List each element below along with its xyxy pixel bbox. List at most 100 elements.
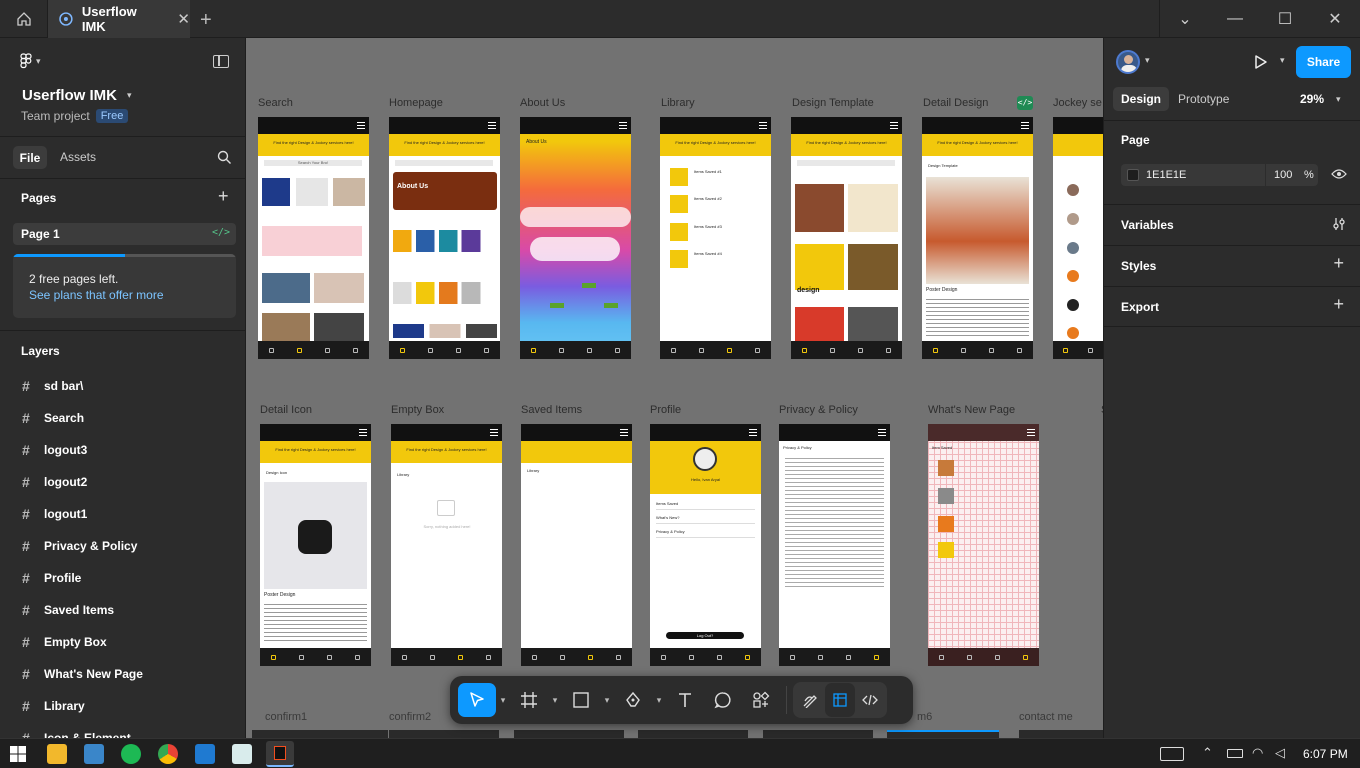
- frame-about-us[interactable]: About Us: [520, 117, 631, 359]
- keyboard-icon[interactable]: [1160, 747, 1184, 761]
- chevron-down-icon[interactable]: ▾: [1280, 55, 1285, 66]
- frame-profile[interactable]: Hello, Ivan Aryal Items Saved What's New…: [650, 424, 761, 666]
- chevron-down-icon[interactable]: ▾: [548, 695, 562, 706]
- frame-label[interactable]: Homepage: [389, 97, 443, 109]
- pen-tool[interactable]: [614, 683, 652, 717]
- file-tab[interactable]: Userflow IMK ✕: [48, 0, 190, 38]
- spotify-icon[interactable]: [121, 744, 141, 764]
- frame-selected[interactable]: [887, 730, 999, 738]
- clock[interactable]: 6:07 PM: [1303, 747, 1348, 761]
- add-page-icon[interactable]: +: [218, 186, 229, 207]
- comment-tool[interactable]: [704, 683, 742, 717]
- minimize-icon[interactable]: —: [1210, 0, 1260, 38]
- page-item-page-1[interactable]: Page 1 </>: [13, 223, 236, 245]
- frame-label[interactable]: Privacy & Policy: [779, 404, 858, 416]
- file-explorer-icon[interactable]: [47, 744, 67, 764]
- frame-library[interactable]: Find the right Design & Jockey services …: [660, 117, 771, 359]
- frame-label[interactable]: Search: [258, 97, 293, 109]
- frame-label[interactable]: Jockey se: [1053, 97, 1102, 109]
- layer-item[interactable]: # logout2: [22, 474, 87, 490]
- volume-icon[interactable]: ◁: [1275, 745, 1285, 761]
- frame-label[interactable]: About Us: [520, 97, 565, 109]
- frame-label[interactable]: Design Template: [792, 97, 874, 109]
- variables-icon[interactable]: [1332, 217, 1346, 231]
- layer-item[interactable]: # Saved Items: [22, 602, 114, 618]
- chevron-down-icon[interactable]: ⌄: [1160, 0, 1210, 38]
- see-plans-link[interactable]: See plans that offer more: [29, 288, 164, 302]
- dev-mode-badge[interactable]: </>: [1017, 96, 1033, 110]
- background-color-field[interactable]: 1E1E1E: [1121, 164, 1265, 186]
- frame-label[interactable]: Detail Icon: [260, 404, 312, 416]
- figma-taskbar-button[interactable]: [266, 741, 294, 767]
- frame-empty-box[interactable]: Find the right Design & Jockey services …: [391, 424, 502, 666]
- frame-partial[interactable]: [514, 730, 624, 738]
- chevron-down-icon[interactable]: ▾: [1145, 55, 1150, 66]
- actions-tool[interactable]: [742, 683, 780, 717]
- toggle-sidebar-icon[interactable]: [213, 55, 229, 68]
- frame-partial[interactable]: [638, 730, 748, 738]
- frame-homepage[interactable]: Find the right Design & Jockey services …: [389, 117, 500, 359]
- close-tab-icon[interactable]: ✕: [177, 10, 190, 28]
- search-icon[interactable]: [217, 150, 232, 165]
- frame-contact-me[interactable]: [1019, 730, 1103, 738]
- add-export-icon[interactable]: +: [1333, 294, 1344, 315]
- plan-badge[interactable]: Free: [95, 109, 129, 123]
- frame-design-template[interactable]: Find the right Design & Jockey services …: [791, 117, 902, 359]
- tab-assets[interactable]: Assets: [60, 150, 96, 164]
- file-name[interactable]: Userflow IMK ▾: [22, 87, 132, 104]
- layer-item[interactable]: # Privacy & Policy: [22, 538, 137, 554]
- frame-partial[interactable]: [763, 730, 873, 738]
- frame-confirm1[interactable]: [252, 730, 388, 738]
- frame-tool[interactable]: [510, 683, 548, 717]
- design-mode-button[interactable]: [825, 683, 855, 717]
- layer-item[interactable]: # Icon & Element: [22, 730, 131, 738]
- close-window-icon[interactable]: ✕: [1310, 0, 1360, 38]
- frame-detail-design[interactable]: Find the right Design & Jockey services …: [922, 117, 1033, 359]
- add-style-icon[interactable]: +: [1333, 253, 1344, 274]
- frame-detail-icon[interactable]: Find the right Design & Jockey services …: [260, 424, 371, 666]
- frame-label[interactable]: Saved Items: [521, 404, 582, 416]
- battery-icon[interactable]: [1227, 749, 1243, 758]
- frame-label[interactable]: confirm2: [389, 711, 431, 723]
- avatar[interactable]: [1116, 50, 1140, 74]
- canvas[interactable]: Search Homepage About Us Library Design …: [246, 38, 1103, 738]
- frame-whats-new[interactable]: Item Saved: [928, 424, 1039, 666]
- text-tool[interactable]: [666, 683, 704, 717]
- layer-item[interactable]: # sd bar\: [22, 378, 83, 394]
- chevron-down-icon[interactable]: ▾: [652, 695, 666, 706]
- frame-label[interactable]: m6: [917, 711, 932, 723]
- frame-label[interactable]: Profile: [650, 404, 681, 416]
- layer-item[interactable]: # Empty Box: [22, 634, 107, 650]
- frame-label[interactable]: contact me: [1019, 711, 1073, 723]
- background-opacity-field[interactable]: 100 %: [1266, 164, 1318, 186]
- tab-design[interactable]: Design: [1113, 87, 1170, 111]
- present-play-icon[interactable]: [1254, 54, 1268, 70]
- notepad-icon[interactable]: [232, 744, 252, 764]
- layer-item[interactable]: # logout1: [22, 506, 87, 522]
- share-button[interactable]: Share: [1296, 46, 1351, 78]
- layer-item[interactable]: # logout3: [22, 442, 87, 458]
- draw-mode-button[interactable]: [795, 683, 825, 717]
- frame-label[interactable]: confirm1: [265, 711, 307, 723]
- frame-search[interactable]: Find the right Design & Jockey services …: [258, 117, 369, 359]
- store-icon[interactable]: [84, 744, 104, 764]
- windows-start-icon[interactable]: [10, 746, 26, 762]
- layer-item[interactable]: # Search: [22, 410, 84, 426]
- chevron-down-icon[interactable]: ▾: [600, 695, 614, 706]
- chrome-icon[interactable]: [158, 744, 178, 764]
- layer-item[interactable]: # Library: [22, 698, 85, 714]
- vscode-icon[interactable]: [195, 744, 215, 764]
- layer-item[interactable]: # Profile: [22, 570, 81, 586]
- wifi-icon[interactable]: ◠: [1252, 745, 1263, 761]
- new-tab-icon[interactable]: +: [200, 9, 212, 32]
- chevron-up-icon[interactable]: ⌃: [1202, 745, 1213, 761]
- frame-label[interactable]: Library: [661, 97, 695, 109]
- eye-icon[interactable]: [1331, 168, 1347, 180]
- frame-label[interactable]: What's New Page: [928, 404, 1015, 416]
- dev-mode-button[interactable]: [855, 683, 885, 717]
- home-button[interactable]: [0, 0, 48, 38]
- frame-label[interactable]: Detail Design: [923, 97, 988, 109]
- frame-jockey[interactable]: [1053, 117, 1103, 359]
- rectangle-tool[interactable]: [562, 683, 600, 717]
- main-menu-button[interactable]: ▾: [20, 53, 41, 69]
